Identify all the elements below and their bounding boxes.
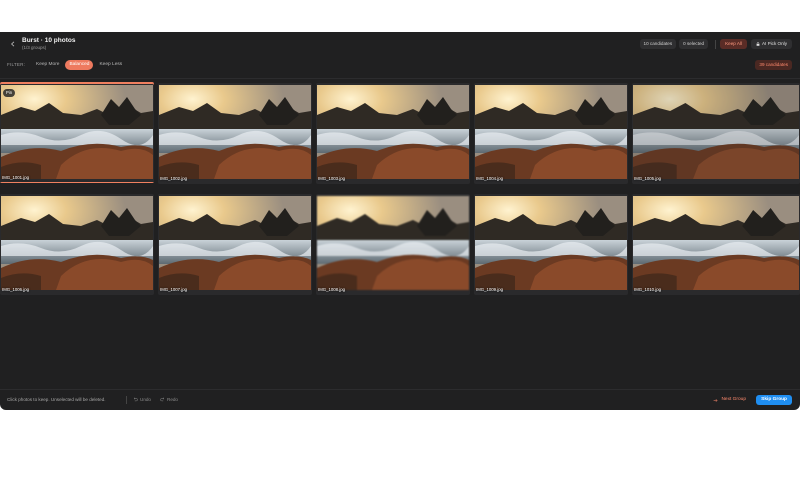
footer-bar: Click photos to keep. Unselected will be… — [0, 394, 800, 406]
photo-filename: IMG_1009.jpg — [476, 287, 503, 292]
filter-label: FILTER: — [7, 62, 26, 67]
undo-icon — [133, 397, 138, 402]
photo-card[interactable]: IMG_1008.jpg — [316, 194, 470, 295]
keep-all-button[interactable]: Keep All — [720, 39, 747, 49]
photo-card[interactable]: Pin IMG_1001.jpg — [0, 82, 154, 183]
photo-thumbnail — [1, 196, 153, 290]
group-progress: (1/3 groups) — [22, 45, 47, 50]
photo-filename: IMG_1004.jpg — [476, 176, 503, 181]
next-group-label: Next Group — [721, 397, 746, 402]
header-divider — [715, 39, 717, 49]
photo-filename: IMG_1010.jpg — [634, 287, 661, 292]
lock-icon — [756, 42, 760, 46]
redo-label: Redo — [167, 397, 178, 402]
candidates-count: 10 candidates — [639, 39, 677, 49]
photo-thumbnail — [1, 85, 153, 179]
photo-card[interactable]: IMG_1006.jpg — [0, 194, 154, 295]
group-title-block: Burst · 10 photos (1/3 groups) — [22, 37, 75, 51]
footer-separator — [126, 396, 127, 404]
photo-thumbnail — [475, 196, 627, 290]
instruction-text: Click photos to keep. Unselected will be… — [7, 397, 106, 402]
photo-filename: IMG_1008.jpg — [318, 287, 345, 292]
redo-button[interactable]: Redo — [160, 397, 178, 402]
chevron-left-icon — [11, 41, 15, 47]
photo-thumbnail — [475, 85, 627, 179]
ai-pick-only-button[interactable]: AI Pick Only — [750, 39, 792, 49]
photo-thumbnail — [633, 196, 799, 290]
selected-count: 0 selected — [679, 39, 709, 49]
header: Burst · 10 photos (1/3 groups) 10 candid… — [0, 32, 800, 56]
photo-filename: IMG_1001.jpg — [2, 175, 29, 180]
back-button[interactable] — [7, 38, 19, 50]
photo-thumbnail — [159, 196, 311, 290]
filter-bar: FILTER: Keep More Balanced Keep Less 39 … — [0, 59, 800, 71]
photo-filename: IMG_1002.jpg — [160, 176, 187, 181]
header-actions: 10 candidates 0 selected Keep All AI Pic… — [637, 39, 792, 49]
filter-keep-less[interactable]: Keep Less — [95, 60, 126, 70]
page-title: Burst · 10 photos — [22, 37, 76, 44]
filter-balanced[interactable]: Balanced — [65, 60, 94, 70]
photo-card[interactable]: IMG_1007.jpg — [158, 194, 312, 295]
photo-thumbnail — [159, 85, 311, 179]
next-group-button[interactable]: Next Group — [709, 395, 750, 405]
filter-keep-more[interactable]: Keep More — [32, 60, 63, 70]
redo-icon — [160, 397, 165, 402]
photo-filename: IMG_1007.jpg — [160, 287, 187, 292]
photo-filename: IMG_1003.jpg — [318, 176, 345, 181]
skip-group-button[interactable]: Skip Group — [756, 395, 792, 405]
photo-card[interactable]: IMG_1002.jpg — [158, 83, 312, 184]
photo-filename: IMG_1005.jpg — [634, 176, 661, 181]
pin-badge: Pin — [3, 89, 16, 97]
footer-divider — [0, 389, 800, 390]
filter-segmented-control: Keep More Balanced Keep Less — [32, 60, 128, 70]
photo-thumbnail — [317, 85, 469, 179]
photo-card[interactable]: IMG_1004.jpg — [474, 83, 628, 184]
photo-card[interactable]: IMG_1009.jpg — [474, 194, 628, 295]
ai-pick-label: AI Pick Only — [761, 41, 787, 46]
photo-card[interactable]: IMG_1005.jpg — [632, 83, 800, 184]
burst-review-window: Burst · 10 photos (1/3 groups) 10 candid… — [0, 32, 800, 410]
total-candidates-badge: 39 candidates — [755, 60, 792, 70]
arrow-right-icon — [714, 398, 719, 402]
photo-filename: IMG_1006.jpg — [2, 287, 29, 292]
undo-button[interactable]: Undo — [133, 397, 151, 402]
photo-card[interactable]: IMG_1010.jpg — [632, 194, 800, 295]
divider — [0, 78, 800, 79]
photo-thumbnail — [633, 85, 799, 179]
photo-card[interactable]: IMG_1003.jpg — [316, 83, 470, 184]
photo-thumbnail — [317, 196, 469, 290]
undo-label: Undo — [140, 397, 151, 402]
